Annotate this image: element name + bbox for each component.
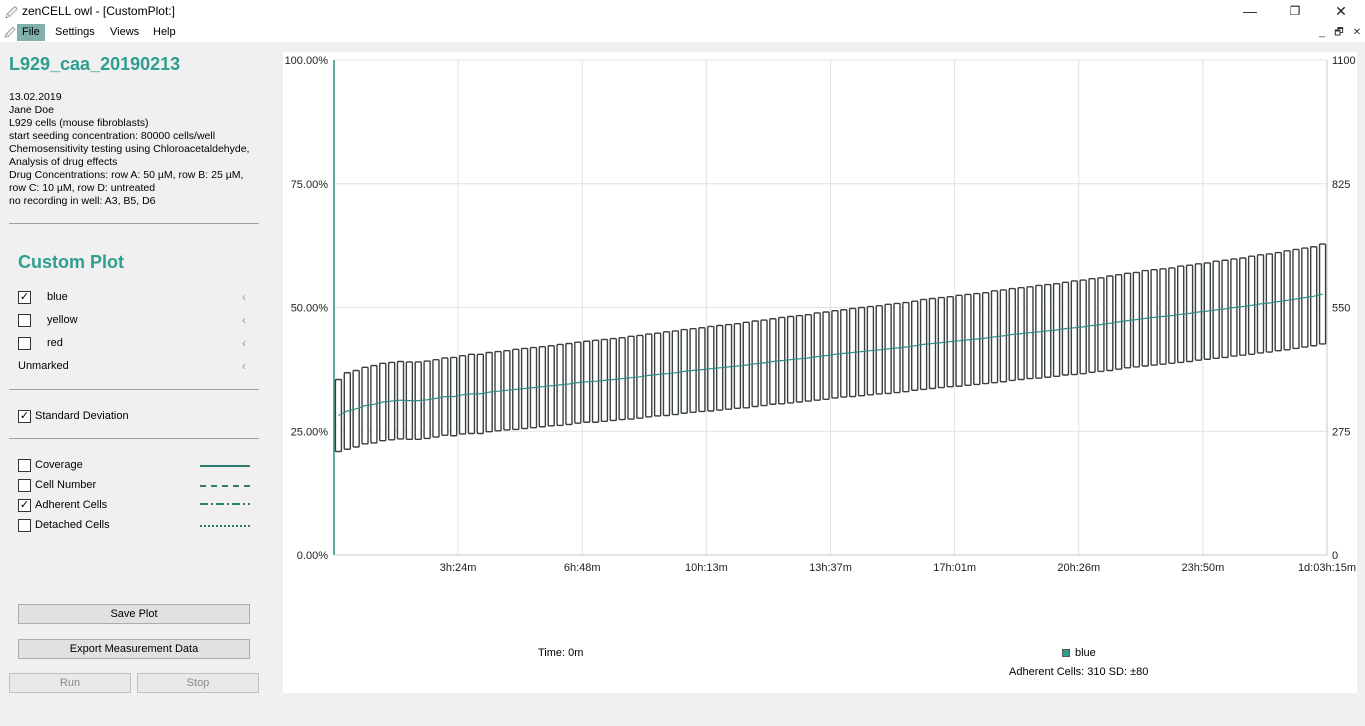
y-left-tick-label: 25.00% (291, 426, 329, 438)
divider (9, 438, 259, 439)
std-dev-row[interactable]: ✓ Standard Deviation (18, 409, 250, 425)
line-style-dashed-icon (200, 485, 250, 487)
window-title: zenCELL owl - [CustomPlot:] (22, 4, 175, 18)
sidebar: L929_caa_20190213 13.02.2019 Jane Doe L9… (0, 42, 270, 726)
cell-number-checkbox[interactable] (18, 479, 31, 492)
chevron-left-icon[interactable]: ‹ (242, 313, 246, 327)
custom-plot-title: Custom Plot (18, 252, 124, 272)
info-cells: L929 cells (mouse fibroblasts) (9, 117, 149, 129)
legend-blue: blue (1062, 647, 1096, 659)
cell-number-row[interactable]: Cell Number (18, 478, 250, 494)
mdi-restore-button[interactable]: 🗗 (1332, 26, 1346, 40)
divider (9, 389, 259, 390)
y-right-tick-label: 1100 (1332, 55, 1356, 67)
x-tick-label: 13h:37m (809, 562, 852, 574)
y-right-tick-label: 0 (1332, 550, 1338, 562)
group-yellow-label: yellow (47, 314, 78, 326)
experiment-info: 13.02.2019 Jane Doe L929 cells (mouse fi… (9, 91, 265, 208)
plot-area[interactable]: 0.00% 0 25.00% 275 50.00% 550 75.00% 825 100.00%… (283, 52, 1357, 693)
legend-swatch (1062, 649, 1070, 657)
x-tick-label: 10h:13m (685, 562, 728, 574)
line-style-solid-icon (200, 465, 250, 467)
y-left-tick-label: 75.00% (291, 179, 329, 191)
x-tick-label: 23h:50m (1181, 562, 1224, 574)
menu-file[interactable]: File (17, 24, 45, 41)
info-date: 13.02.2019 (9, 91, 62, 103)
maximize-button[interactable]: ❐ (1280, 2, 1310, 20)
value-readout: Adherent Cells: 310 SD: ±80 (1009, 666, 1149, 678)
time-label: Time: 0m (538, 647, 584, 659)
detached-cells-row[interactable]: Detached Cells (18, 518, 250, 534)
info-testing: Chemosensitivity testing using Chloroace… (9, 143, 250, 155)
y-left-tick-label: 0.00% (297, 550, 328, 562)
line-style-dashdot-icon (200, 503, 250, 505)
info-concentrations: Drug Concentrations: row A: 50 µM, row B… (9, 169, 244, 181)
x-tick-label: 20h:26m (1057, 562, 1100, 574)
minimize-button[interactable]: — (1235, 2, 1265, 20)
y-right-tick-label: 275 (1332, 426, 1350, 438)
mdi-minimize-button[interactable]: _ (1315, 26, 1329, 40)
menu-bar: 🖉 File Settings Views Help _ 🗗 ✕ (0, 22, 1365, 42)
coverage-label: Coverage (35, 459, 83, 471)
detached-cells-label: Detached Cells (35, 519, 110, 531)
x-tick-label: 6h:48m (564, 562, 601, 574)
group-blue-row[interactable]: ✓ blue ‹ (18, 290, 250, 306)
stop-button[interactable]: Stop (137, 673, 259, 693)
group-blue-label: blue (47, 291, 68, 303)
group-yellow-checkbox[interactable] (18, 314, 31, 327)
chevron-left-icon[interactable]: ‹ (242, 336, 246, 350)
legend-blue-label: blue (1075, 647, 1096, 659)
group-yellow-row[interactable]: yellow ‹ (18, 313, 250, 329)
x-tick-label: 17h:01m (933, 562, 976, 574)
coverage-checkbox[interactable] (18, 459, 31, 472)
adherent-cells-checkbox[interactable]: ✓ (18, 499, 31, 512)
group-red-checkbox[interactable] (18, 337, 31, 350)
x-tick-label: 3h:24m (440, 562, 477, 574)
group-red-row[interactable]: red ‹ (18, 336, 250, 352)
info-seeding: start seeding concentration: 80000 cells… (9, 130, 216, 142)
group-unmarked-label: Unmarked (18, 360, 69, 372)
menu-views[interactable]: Views (105, 24, 144, 41)
y-right-tick-label: 550 (1332, 303, 1350, 315)
export-data-button[interactable]: Export Measurement Data (18, 639, 250, 659)
y-left-tick-label: 100.00% (285, 55, 329, 67)
experiment-title: L929_caa_20190213 (9, 54, 181, 74)
save-plot-button[interactable]: Save Plot (18, 604, 250, 624)
group-unmarked-row[interactable]: Unmarked ‹ (18, 359, 250, 375)
std-dev-label: Standard Deviation (35, 410, 129, 422)
menu-settings[interactable]: Settings (50, 24, 100, 41)
group-blue-checkbox[interactable]: ✓ (18, 291, 31, 304)
close-button[interactable]: ✕ (1326, 2, 1356, 20)
chevron-left-icon[interactable]: ‹ (242, 290, 246, 304)
group-red-label: red (47, 337, 63, 349)
std-dev-checkbox[interactable]: ✓ (18, 410, 31, 423)
menu-help[interactable]: Help (148, 24, 181, 41)
chevron-left-icon[interactable]: ‹ (242, 359, 246, 373)
cell-number-label: Cell Number (35, 479, 97, 491)
chart[interactable]: 0.00% 0 25.00% 275 50.00% 550 75.00% 825 100.00%… (283, 52, 1357, 693)
y-left-tick-label: 50.00% (291, 303, 329, 315)
title-bar: 🖉 zenCELL owl - [CustomPlot:] — ❐ ✕ (0, 0, 1365, 22)
adherent-cells-label: Adherent Cells (35, 499, 108, 511)
adherent-cells-row[interactable]: ✓ Adherent Cells (18, 498, 250, 514)
x-tick-label: 1d:03h:15m (1298, 562, 1356, 574)
run-button[interactable]: Run (9, 673, 131, 693)
info-analysis: Analysis of drug effects (9, 156, 118, 168)
info-concentrations-2: row C: 10 µM, row D: untreated (9, 182, 156, 194)
y-right-tick-label: 825 (1332, 179, 1350, 191)
coverage-row[interactable]: Coverage (18, 458, 250, 474)
info-author: Jane Doe (9, 104, 54, 116)
divider (9, 223, 259, 224)
line-style-dotted-icon (200, 525, 250, 527)
info-no-recording: no recording in well: A3, B5, D6 (9, 195, 156, 207)
detached-cells-checkbox[interactable] (18, 519, 31, 532)
mdi-close-button[interactable]: ✕ (1350, 26, 1364, 40)
